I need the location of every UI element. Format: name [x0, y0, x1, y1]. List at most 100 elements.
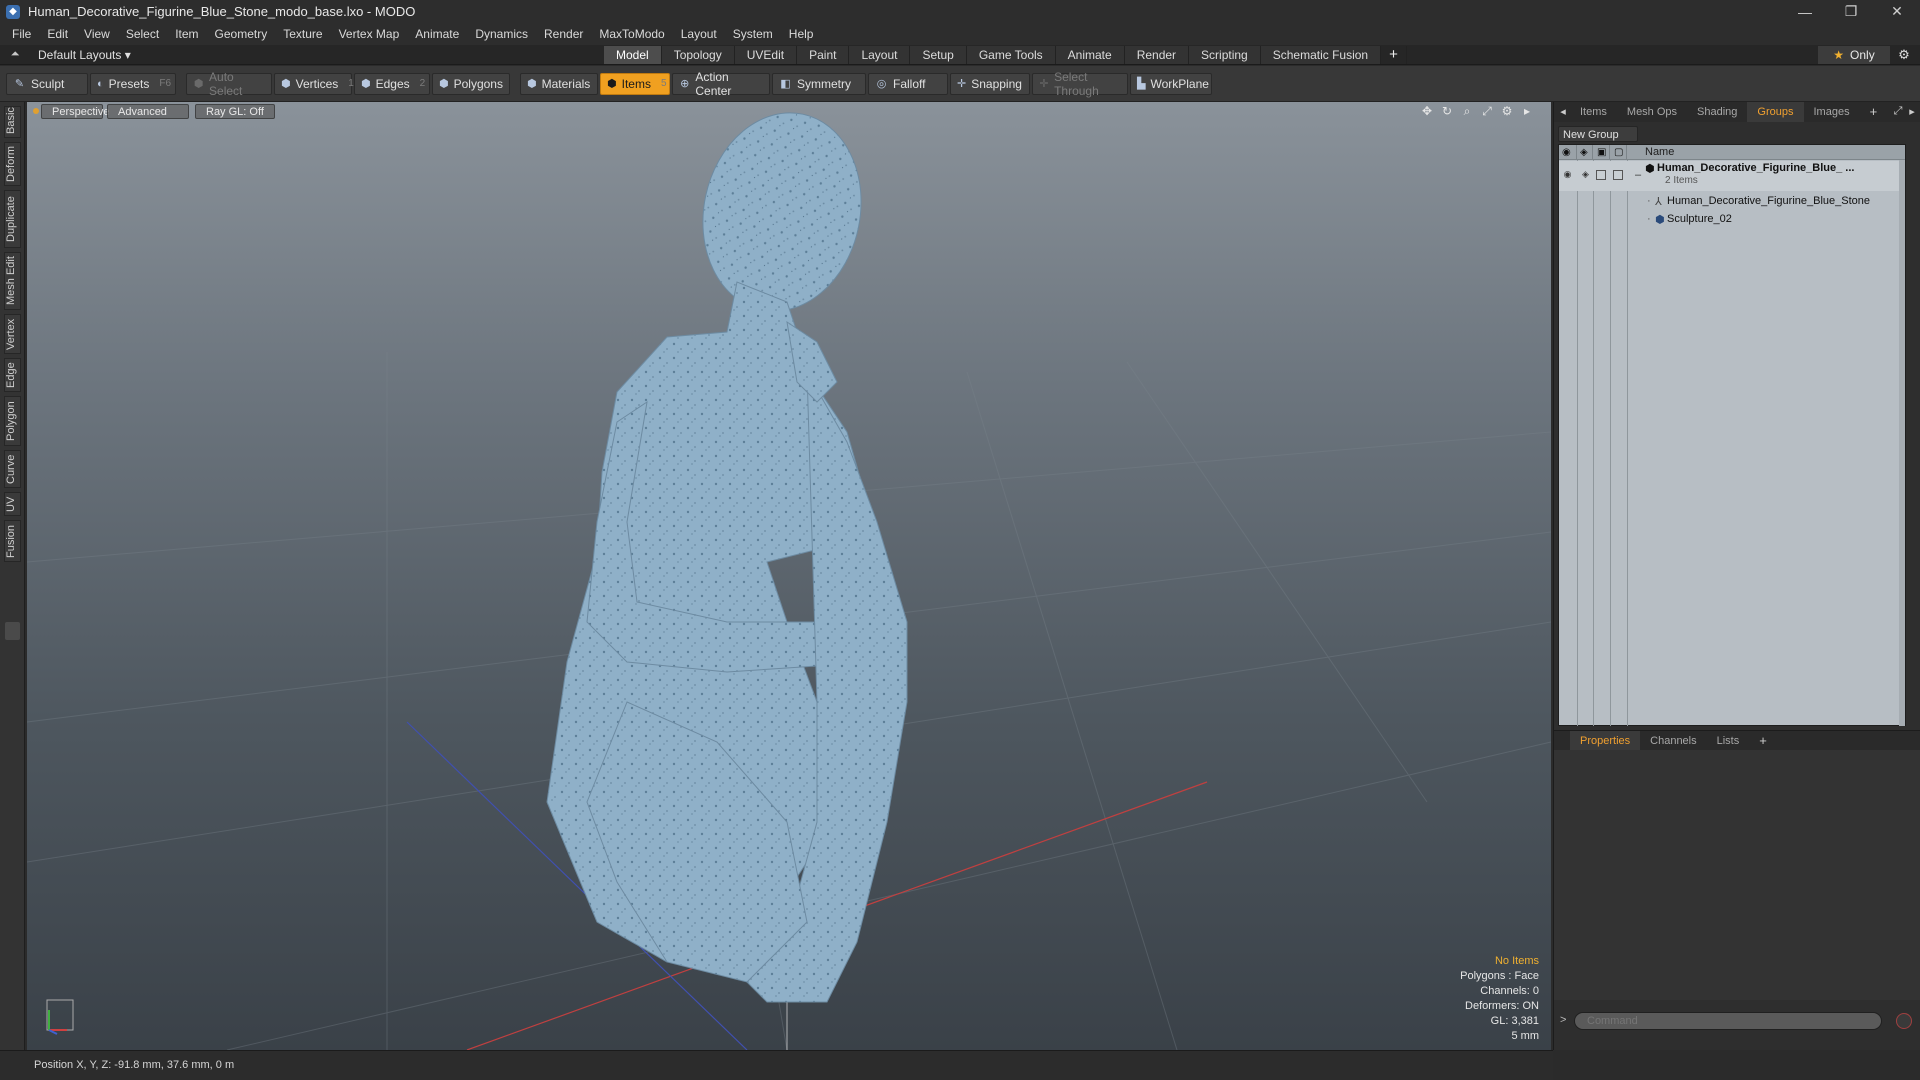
- polygons-button[interactable]: ⬢ Polygons: [432, 72, 510, 95]
- auto-select-button[interactable]: ⬢ Auto Select: [186, 70, 272, 98]
- close-button[interactable]: ✕: [1874, 0, 1920, 23]
- menu-layout[interactable]: Layout: [673, 23, 725, 45]
- menu-geometry[interactable]: Geometry: [207, 23, 276, 45]
- tab-groups[interactable]: Groups: [1747, 102, 1804, 122]
- raygl-button[interactable]: Ray GL: Off: [195, 104, 275, 119]
- view-mode-button[interactable]: Perspective: [41, 104, 109, 119]
- menu-help[interactable]: Help: [781, 23, 822, 45]
- only-button[interactable]: ★ Only: [1818, 46, 1890, 64]
- menu-vertex-map[interactable]: Vertex Map: [331, 23, 408, 45]
- menu-system[interactable]: System: [725, 23, 781, 45]
- layout-tab-animate[interactable]: Animate: [1055, 46, 1125, 64]
- layout-tab-setup[interactable]: Setup: [910, 46, 967, 64]
- materials-button[interactable]: ⬢ Materials: [520, 72, 598, 95]
- 3d-viewport[interactable]: Perspective Advanced Ray GL: Off ✥ ↻ ⌕ ⤢…: [27, 102, 1551, 1050]
- command-history-icon[interactable]: >: [1560, 1014, 1566, 1026]
- tab-channels[interactable]: Channels: [1640, 731, 1706, 751]
- status-bar: Position X, Y, Z: -91.8 mm, 37.6 mm, 0 m: [0, 1050, 1553, 1080]
- vtab-polygon[interactable]: Polygon: [4, 396, 21, 446]
- tab-lists[interactable]: Lists: [1707, 731, 1750, 751]
- select-checkbox[interactable]: [1613, 170, 1623, 180]
- tab-shading[interactable]: Shading: [1687, 102, 1747, 122]
- vtab-deform[interactable]: Deform: [4, 142, 21, 186]
- tab-items[interactable]: Items: [1570, 102, 1617, 122]
- snapping-button[interactable]: ✛ Snapping: [950, 72, 1030, 95]
- layout-tab-paint[interactable]: Paint: [797, 46, 850, 64]
- vtab-edge[interactable]: Edge: [4, 358, 21, 392]
- vtab-vertex[interactable]: Vertex: [4, 314, 21, 354]
- rotate-icon[interactable]: ↻: [1437, 104, 1457, 120]
- group-row[interactable]: ◉ ◈ – ⬢ Human_Decorative_Figurine_Blue_ …: [1559, 161, 1905, 191]
- add-layout-tab-button[interactable]: +: [1381, 46, 1407, 64]
- vtab-fusion[interactable]: Fusion: [4, 520, 21, 562]
- menu-maxtomodo[interactable]: MaxToModo: [591, 23, 672, 45]
- vertices-button[interactable]: ⬢ Vertices 1: [274, 72, 354, 95]
- command-input[interactable]: [1574, 1012, 1882, 1030]
- menu-select[interactable]: Select: [118, 23, 167, 45]
- edges-button[interactable]: ⬢ Edges 2: [354, 72, 430, 95]
- tab-images[interactable]: Images: [1804, 102, 1860, 122]
- layout-tab-model[interactable]: Model: [604, 46, 662, 64]
- eye-icon[interactable]: ◉: [1562, 169, 1573, 180]
- tab-mesh-ops[interactable]: Mesh Ops: [1617, 102, 1687, 122]
- layout-tab-game-tools[interactable]: Game Tools: [966, 46, 1056, 64]
- vtab-basic[interactable]: Basic: [4, 106, 21, 138]
- panel-arrow-icon[interactable]: ▸: [1906, 105, 1918, 118]
- menu-render[interactable]: Render: [536, 23, 591, 45]
- select-through-button[interactable]: ✛ Select Through: [1032, 70, 1128, 98]
- menu-file[interactable]: File: [4, 23, 39, 45]
- group-item-count: 2 Items: [1665, 175, 1698, 186]
- pan-icon[interactable]: ✥: [1417, 104, 1437, 120]
- name-column-header[interactable]: Name: [1645, 146, 1674, 158]
- lock-checkbox[interactable]: [1596, 170, 1606, 180]
- items-button[interactable]: ⬢ Items 5: [600, 72, 670, 95]
- falloff-button[interactable]: ◎ Falloff: [868, 72, 948, 95]
- vtab-mesh-edit[interactable]: Mesh Edit: [4, 252, 21, 310]
- viewport-menu-dot-icon[interactable]: [33, 108, 39, 114]
- symmetry-button[interactable]: ◧ Symmetry: [772, 72, 866, 95]
- shading-mode-button[interactable]: Advanced: [107, 104, 189, 119]
- layout-tab-scripting[interactable]: Scripting: [1189, 46, 1261, 64]
- add-props-tab-button[interactable]: +: [1749, 731, 1777, 751]
- menu-animate[interactable]: Animate: [407, 23, 467, 45]
- viewport-expand-icon[interactable]: ▸: [1517, 104, 1537, 120]
- gear-icon[interactable]: ⚙: [1896, 47, 1912, 63]
- layout-tab-uvedit[interactable]: UVEdit: [734, 46, 798, 64]
- layout-tab-schematic-fusion[interactable]: Schematic Fusion: [1260, 46, 1382, 64]
- maximize-button[interactable]: ❐: [1828, 0, 1874, 23]
- workplane-button[interactable]: ▙ WorkPlane: [1130, 72, 1212, 95]
- vtab-duplicate[interactable]: Duplicate: [4, 190, 21, 248]
- figurine-model[interactable]: [546, 102, 908, 1003]
- viewport-settings-icon[interactable]: ⚙: [1497, 104, 1517, 120]
- menu-dynamics[interactable]: Dynamics: [467, 23, 536, 45]
- list-item[interactable]: · ⅄ Human_Decorative_Figurine_Blue_Stone: [1559, 193, 1905, 211]
- list-item[interactable]: · ⬢ Sculpture_02: [1559, 211, 1905, 229]
- menu-item[interactable]: Item: [167, 23, 206, 45]
- menu-edit[interactable]: Edit: [39, 23, 76, 45]
- layout-dropdown[interactable]: Default Layouts ▾: [38, 45, 131, 65]
- command-clear-button[interactable]: [1896, 1013, 1912, 1029]
- tab-properties[interactable]: Properties: [1570, 730, 1641, 751]
- layout-tab-layout[interactable]: Layout: [849, 46, 911, 64]
- minimize-button[interactable]: —: [1782, 0, 1828, 23]
- action-center-button[interactable]: ⊕ Action Center: [672, 70, 770, 98]
- strip-toggle-button[interactable]: [5, 622, 20, 640]
- render-icon[interactable]: ◈: [1580, 169, 1591, 180]
- groups-scrollbar[interactable]: [1899, 160, 1905, 726]
- layout-tab-render[interactable]: Render: [1124, 46, 1190, 64]
- new-group-button[interactable]: New Group: [1558, 126, 1638, 142]
- fit-icon[interactable]: ⤢: [1477, 104, 1497, 120]
- vtab-curve[interactable]: Curve: [4, 450, 21, 488]
- add-tab-button[interactable]: +: [1860, 102, 1888, 122]
- sculpt-button[interactable]: ✎ Sculpt: [6, 72, 88, 95]
- presets-button[interactable]: ◐ Presets F6: [90, 72, 176, 95]
- vtab-uv[interactable]: UV: [4, 492, 21, 516]
- layout-tab-topology[interactable]: Topology: [661, 46, 735, 64]
- zoom-icon[interactable]: ⌕: [1457, 104, 1477, 120]
- menu-view[interactable]: View: [76, 23, 118, 45]
- panel-expand-icon[interactable]: ⤢: [1892, 105, 1904, 117]
- menu-texture[interactable]: Texture: [275, 23, 330, 45]
- layout-collapse-icon[interactable]: ⏶: [8, 48, 22, 62]
- collapse-toggle-icon[interactable]: –: [1635, 169, 1641, 181]
- panel-menu-icon[interactable]: ◂: [1557, 105, 1569, 118]
